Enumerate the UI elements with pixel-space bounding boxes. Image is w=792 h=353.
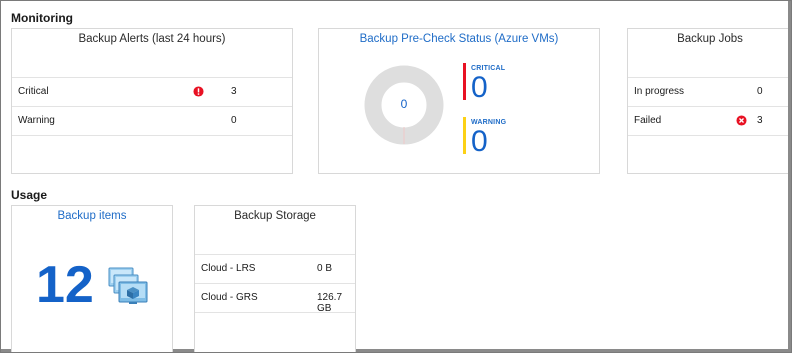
critical-alert-icon [193,86,204,97]
alerts-critical-value: 3 [231,86,237,97]
storage-grs-row[interactable]: Cloud - GRS 126.7 GB [195,283,355,314]
failed-error-icon [736,115,747,126]
storage-lrs-label: Cloud - LRS [201,263,256,274]
jobs-failed-value: 3 [757,115,763,126]
alerts-warning-value: 0 [231,115,237,126]
backup-jobs-tile[interactable]: Backup Jobs In progress 0 Failed 3 [627,28,791,174]
backup-alerts-tile[interactable]: Backup Alerts (last 24 hours) Critical 3… [11,28,293,174]
storage-grs-label: Cloud - GRS [201,292,258,303]
jobs-in-progress-label: In progress [634,86,685,97]
backup-storage-tile[interactable]: Backup Storage Cloud - LRS 0 B Cloud - G… [194,205,356,352]
critical-status-value[interactable]: 0 [471,73,488,103]
backup-jobs-title: Backup Jobs [677,33,743,45]
storage-grs-value: 126.7 GB [317,292,343,314]
jobs-in-progress-row[interactable]: In progress 0 [628,77,791,106]
monitoring-heading: Monitoring [11,11,73,25]
jobs-in-progress-value: 0 [757,86,763,97]
usage-heading: Usage [11,188,48,202]
alerts-warning-row[interactable]: Warning 0 [12,106,292,136]
jobs-failed-label: Failed [634,115,662,126]
critical-status-bar [463,63,466,100]
alerts-warning-label: Warning [18,115,55,126]
precheck-total-value: 0 [400,97,408,111]
dashboard-frame: Monitoring Backup Alerts (last 24 hours)… [0,0,792,353]
backup-alerts-title: Backup Alerts (last 24 hours) [78,33,226,45]
precheck-status-tile[interactable]: Backup Pre-Check Status (Azure VMs) 0 CR… [318,28,600,174]
warning-status-bar [463,117,466,154]
alerts-critical-row[interactable]: Critical 3 [12,77,292,106]
warning-status-value[interactable]: 0 [471,127,488,157]
alerts-critical-label: Critical [18,86,49,97]
jobs-failed-row[interactable]: Failed 3 [628,106,791,136]
backup-items-title[interactable]: Backup items [12,210,172,222]
precheck-status-title[interactable]: Backup Pre-Check Status (Azure VMs) [319,33,599,45]
storage-lrs-row[interactable]: Cloud - LRS 0 B [195,254,355,283]
backup-storage-title: Backup Storage [234,210,316,222]
backup-items-count: 12 [36,256,94,314]
backup-items-vm-icon [108,267,148,304]
backup-items-tile[interactable]: Backup items 12 [11,205,173,352]
storage-lrs-value: 0 B [317,263,333,274]
